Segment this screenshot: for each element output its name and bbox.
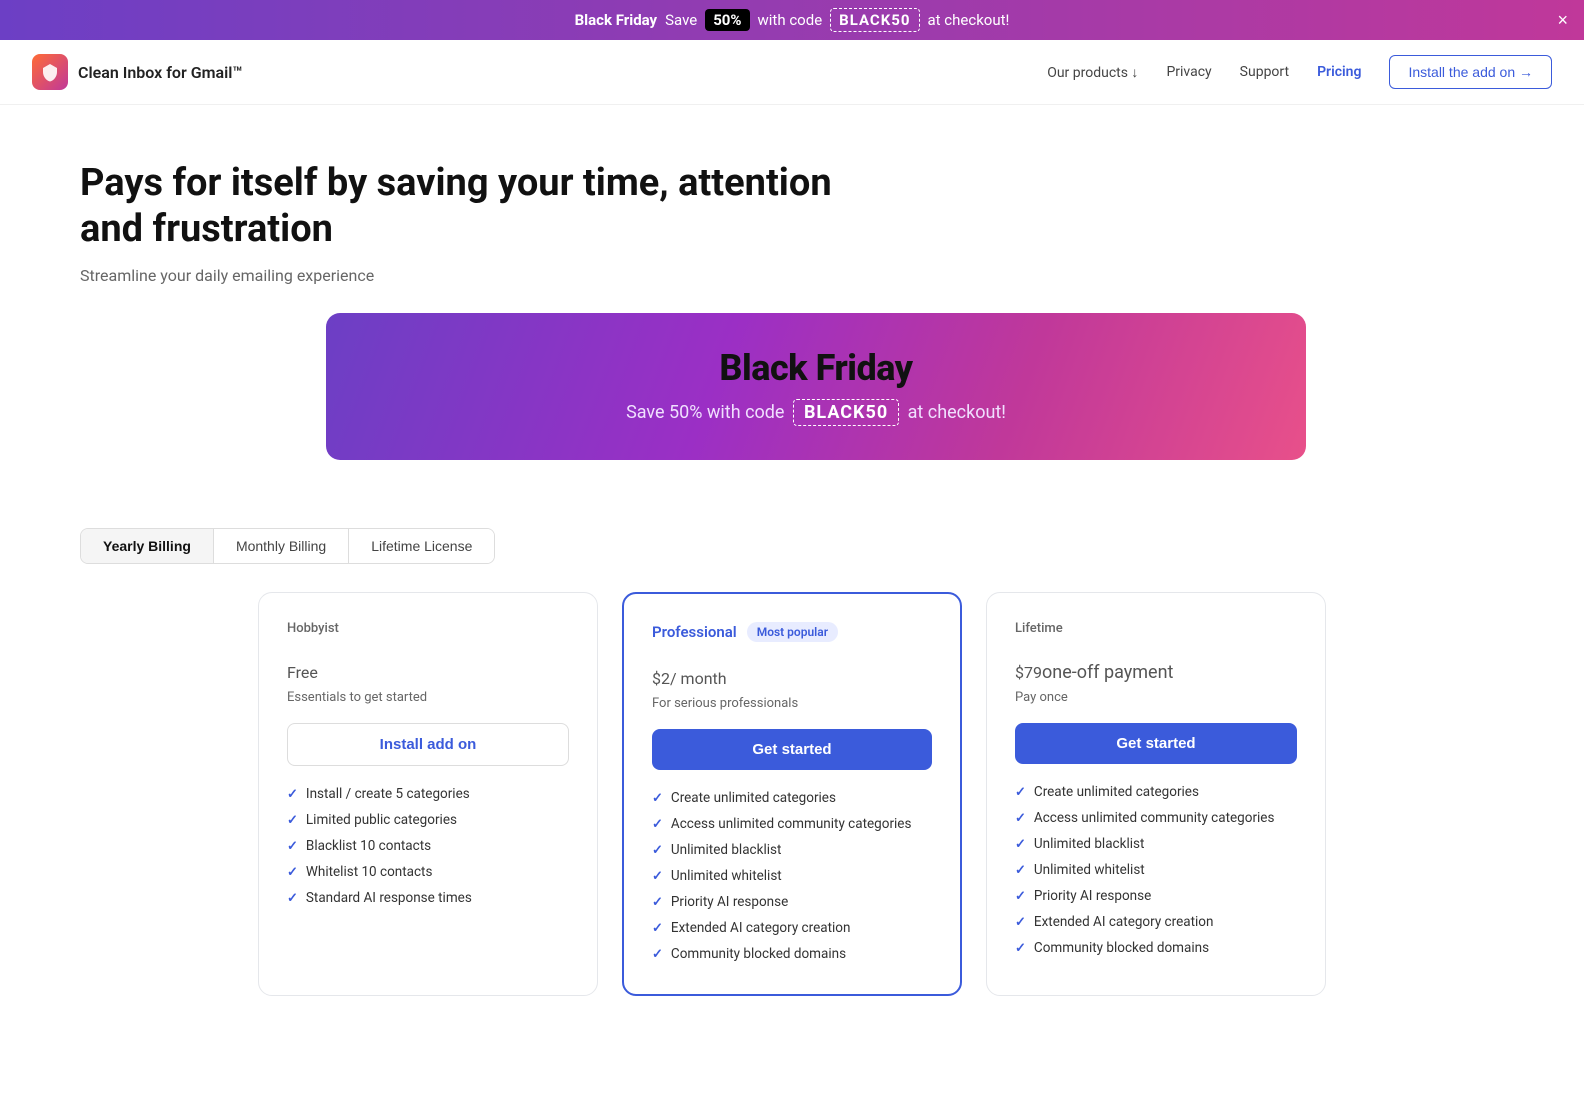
plan-professional-header: Professional Most popular xyxy=(652,622,932,642)
list-item: ✓Install / create 5 categories xyxy=(287,786,569,802)
plan-hobbyist: Hobbyist Free Essentials to get started … xyxy=(258,592,598,996)
banner-at-checkout: at checkout! xyxy=(928,11,1010,29)
list-item: ✓Community blocked domains xyxy=(652,946,932,962)
banner-black-friday-text: Black Friday xyxy=(575,11,658,29)
list-item: ✓Priority AI response xyxy=(1015,888,1297,904)
list-item: ✓Create unlimited categories xyxy=(652,790,932,806)
most-popular-badge: Most popular xyxy=(747,622,838,642)
navbar-logo-text: Clean Inbox for Gmail™ xyxy=(78,63,243,82)
hero-title: Pays for itself by saving your time, att… xyxy=(80,161,840,252)
plan-professional-price: $2/ month xyxy=(652,648,932,694)
plan-lifetime-desc: Pay once xyxy=(1015,690,1297,705)
plan-hobbyist-cta[interactable]: Install add on xyxy=(287,723,569,766)
nav-privacy[interactable]: Privacy xyxy=(1166,64,1211,80)
list-item: ✓Standard AI response times xyxy=(287,890,569,906)
plan-lifetime-tier: Lifetime xyxy=(1015,621,1297,636)
list-item: ✓Create unlimited categories xyxy=(1015,784,1297,800)
nav-our-products[interactable]: Our products ↓ xyxy=(1047,64,1138,81)
list-item: ✓Access unlimited community categories xyxy=(652,816,932,832)
navbar-links: Our products ↓ Privacy Support Pricing I… xyxy=(1047,55,1552,89)
list-item: ✓Unlimited blacklist xyxy=(652,842,932,858)
list-item: ✓Whitelist 10 contacts xyxy=(287,864,569,880)
billing-tabs: Yearly Billing Monthly Billing Lifetime … xyxy=(80,528,495,564)
list-item: ✓Limited public categories xyxy=(287,812,569,828)
plan-lifetime-price-suffix: one-off payment xyxy=(1042,662,1173,683)
hero-section: Pays for itself by saving your time, att… xyxy=(0,105,1584,492)
plan-hobbyist-tier: Hobbyist xyxy=(287,621,569,636)
plan-hobbyist-features: ✓Install / create 5 categories ✓Limited … xyxy=(287,786,569,906)
tab-yearly-billing[interactable]: Yearly Billing xyxy=(81,529,214,563)
pricing-section: Hobbyist Free Essentials to get started … xyxy=(0,564,1584,1044)
list-item: ✓Extended AI category creation xyxy=(1015,914,1297,930)
logo-icon xyxy=(32,54,68,90)
list-item: ✓Access unlimited community categories xyxy=(1015,810,1297,826)
list-item: ✓Blacklist 10 contacts xyxy=(287,838,569,854)
plan-lifetime: Lifetime $79one-off payment Pay once Get… xyxy=(986,592,1326,996)
banner-save-badge: 50% xyxy=(705,9,749,31)
tab-lifetime-license[interactable]: Lifetime License xyxy=(349,529,494,563)
hero-subtitle: Streamline your daily emailing experienc… xyxy=(80,266,1552,285)
plan-hobbyist-desc: Essentials to get started xyxy=(287,690,569,705)
plan-professional-tier: Professional xyxy=(652,623,737,641)
list-item: ✓Unlimited blacklist xyxy=(1015,836,1297,852)
black-friday-banner: Black Friday Save 50% with code BLACK50 … xyxy=(326,313,1306,460)
plan-lifetime-cta[interactable]: Get started xyxy=(1015,723,1297,764)
plan-professional-cta[interactable]: Get started xyxy=(652,729,932,770)
banner-code-badge: BLACK50 xyxy=(830,8,919,32)
plan-professional: Professional Most popular $2/ month For … xyxy=(622,592,962,996)
list-item: ✓Unlimited whitelist xyxy=(1015,862,1297,878)
list-item: ✓Priority AI response xyxy=(652,894,932,910)
bf-banner-title: Black Friday xyxy=(366,347,1266,389)
navbar: Clean Inbox for Gmail™ Our products ↓ Pr… xyxy=(0,40,1584,105)
navbar-logo[interactable]: Clean Inbox for Gmail™ xyxy=(32,54,243,90)
top-banner: Black Friday Save 50% with code BLACK50 … xyxy=(0,0,1584,40)
bf-code-badge: BLACK50 xyxy=(793,399,899,426)
bf-save-text: Save 50% with code xyxy=(626,402,784,423)
nav-pricing[interactable]: Pricing xyxy=(1317,64,1361,80)
plan-professional-desc: For serious professionals xyxy=(652,696,932,711)
plan-professional-price-suffix: / month xyxy=(670,669,727,688)
list-item: ✓Extended AI category creation xyxy=(652,920,932,936)
plan-lifetime-features: ✓Create unlimited categories ✓Access unl… xyxy=(1015,784,1297,956)
plan-lifetime-price: $79one-off payment xyxy=(1015,642,1297,688)
plan-hobbyist-price: Free xyxy=(287,642,569,688)
bf-banner-subtitle: Save 50% with code BLACK50 at checkout! xyxy=(366,399,1266,426)
plan-professional-features: ✓Create unlimited categories ✓Access unl… xyxy=(652,790,932,962)
banner-close-button[interactable]: × xyxy=(1557,11,1568,29)
install-add-on-button[interactable]: Install the add on → xyxy=(1389,55,1552,89)
tab-monthly-billing[interactable]: Monthly Billing xyxy=(214,529,349,563)
list-item: ✓Community blocked domains xyxy=(1015,940,1297,956)
nav-support[interactable]: Support xyxy=(1240,64,1289,80)
list-item: ✓Unlimited whitelist xyxy=(652,868,932,884)
bf-at-checkout: at checkout! xyxy=(908,402,1006,423)
banner-save-text: Save xyxy=(665,11,697,29)
banner-with-code: with code xyxy=(758,11,823,29)
